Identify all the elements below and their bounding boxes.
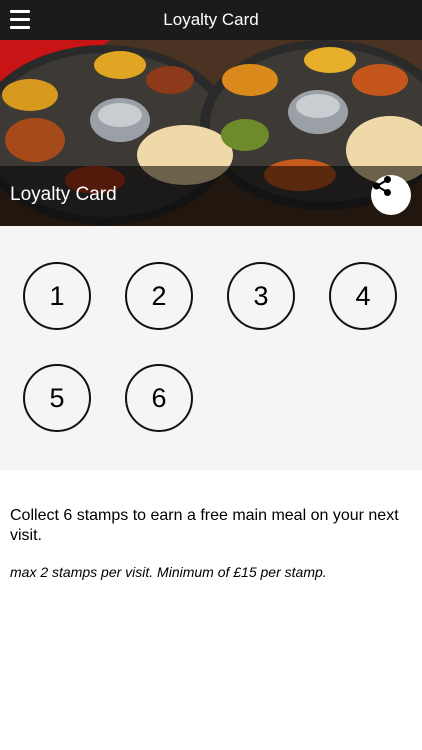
share-button[interactable] xyxy=(371,175,411,215)
stamp-slot-5: 5 xyxy=(23,364,91,432)
menu-bar-line xyxy=(10,26,30,29)
page-title: Loyalty Card xyxy=(163,10,259,29)
menu-bar-line xyxy=(10,10,30,13)
stamp-slot-2: 2 xyxy=(125,262,193,330)
reward-description: Collect 6 stamps to earn a free main mea… xyxy=(10,507,399,544)
stamp-slot-4: 4 xyxy=(329,262,397,330)
stamp-slot-3: 3 xyxy=(227,262,295,330)
share-icon xyxy=(373,176,391,196)
card-info: Collect 6 stamps to earn a free main mea… xyxy=(0,470,422,580)
menu-icon[interactable] xyxy=(10,10,30,29)
stamp-rules-note: max 2 stamps per visit. Minimum of £15 p… xyxy=(10,564,327,580)
stamp-slot-6: 6 xyxy=(125,364,193,432)
stamp-grid: 1 2 3 4 5 6 xyxy=(0,226,422,470)
menu-bar-line xyxy=(10,18,30,21)
hero-banner: Loyalty Card xyxy=(0,40,422,226)
top-bar: Loyalty Card xyxy=(0,0,422,40)
stamp-slot-1: 1 xyxy=(23,262,91,330)
hero-title: Loyalty Card xyxy=(10,184,117,205)
